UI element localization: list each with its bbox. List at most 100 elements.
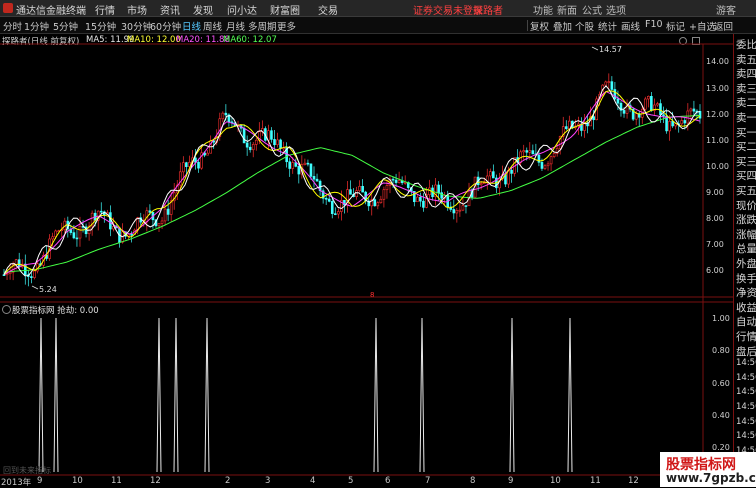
candle-body	[315, 178, 319, 182]
candle-body	[385, 185, 389, 191]
candle-body	[452, 209, 456, 214]
date-tick: 5	[348, 476, 354, 486]
candle-body	[306, 162, 310, 165]
candle-body	[78, 226, 82, 239]
center-marker: 8	[370, 291, 375, 299]
candle-body	[692, 108, 696, 112]
candle-body	[613, 89, 617, 100]
indicator-spike	[53, 317, 59, 473]
candle-body	[379, 198, 383, 204]
indicator-spike	[156, 317, 162, 473]
side-panel-label: 买二	[736, 141, 756, 154]
candle-body	[197, 161, 200, 169]
ind-tick: 0.80	[712, 346, 730, 355]
candle-body	[248, 146, 252, 151]
date-tick: 3	[265, 476, 271, 486]
side-panel-label: 14:50	[736, 402, 756, 412]
y-tick: 12.00	[706, 110, 729, 119]
side-panel-label: 换手	[736, 272, 756, 285]
date-tick: 4	[310, 476, 316, 486]
candle-body	[349, 189, 352, 195]
side-panel-label: 买四	[736, 170, 756, 183]
candle-body	[391, 178, 395, 181]
side-panel-label: 卖一	[736, 112, 756, 124]
candle-body	[17, 259, 21, 268]
candle-body	[607, 81, 611, 83]
candle-body	[616, 98, 620, 104]
candle-body	[634, 113, 638, 120]
low-price-label: 5.24	[39, 285, 57, 294]
candle-body	[437, 184, 440, 193]
candle-body	[698, 111, 702, 119]
indicator-spike	[204, 317, 210, 473]
date-tick: 8	[470, 476, 476, 486]
candle-body	[279, 139, 282, 149]
chart-canvas[interactable]	[0, 0, 733, 487]
low-marker	[31, 285, 39, 290]
indicator-spike	[173, 317, 179, 473]
candle-body	[14, 259, 18, 265]
candle-body	[583, 122, 586, 131]
candle-body	[99, 210, 103, 213]
candle-body	[160, 220, 164, 224]
candle-body	[157, 223, 161, 227]
candle-body	[324, 197, 328, 200]
side-panel-label: 盘后	[736, 345, 756, 358]
date-tick: 12	[150, 476, 161, 486]
candle-body	[604, 81, 608, 86]
side-panel-label: 自动	[736, 316, 756, 329]
side-panel-label: 行情	[736, 331, 756, 343]
candlestick-series	[2, 73, 702, 287]
date-tick: 2013年	[1, 478, 32, 488]
candle-body	[166, 208, 170, 215]
y-tick: 11.00	[706, 136, 729, 145]
candle-body	[182, 162, 185, 173]
date-tick: 2	[225, 476, 231, 486]
candle-body	[549, 156, 553, 165]
side-panel-label: 14:50	[736, 431, 756, 442]
candle-body	[662, 114, 665, 117]
candle-body	[419, 196, 422, 202]
candle-body	[245, 142, 249, 148]
side-panel-label: 卖四	[736, 68, 756, 81]
quote-side-panel: 委比 卖五 卖四 卖三 卖二 卖一 买一 买二 买三 买四 买五 现价 涨跌 涨幅 总量 外盘 换手 净资 收益 自动…	[733, 34, 756, 487]
candle-body	[185, 162, 188, 167]
candle-body	[422, 200, 425, 208]
y-tick: 7.00	[706, 240, 724, 249]
indicator-spike	[567, 317, 573, 473]
date-tick: 12	[628, 476, 639, 486]
y-tick: 13.00	[706, 84, 729, 93]
side-panel-label: 14:50	[736, 416, 756, 427]
side-panel-label: 现价	[736, 199, 756, 212]
side-panel-label: 总量	[736, 243, 756, 256]
date-tick: 11	[111, 476, 122, 486]
y-tick: 9.00	[706, 188, 724, 197]
side-panel-label: 买三	[736, 155, 756, 168]
candle-body	[656, 103, 659, 106]
candle-body	[30, 276, 33, 278]
indicator-spike	[419, 317, 425, 473]
side-panel-label: 涨跌	[736, 214, 756, 227]
candle-body	[394, 179, 398, 183]
indicator-spike	[38, 317, 44, 473]
indicator-title[interactable]: 股票指标网 抢劫: 0.00	[12, 304, 99, 316]
candle-body	[668, 120, 671, 132]
candle-body	[592, 116, 595, 121]
candle-body	[376, 202, 380, 207]
candle-body	[455, 210, 459, 214]
candle-body	[458, 209, 462, 212]
candle-body	[72, 232, 76, 239]
candle-body	[291, 162, 295, 169]
candle-body	[75, 237, 79, 240]
candle-body	[510, 169, 513, 174]
high-price-label: 14.57	[599, 45, 622, 54]
side-panel-label: 净资	[736, 287, 756, 300]
candle-body	[206, 152, 209, 156]
candle-body	[373, 199, 377, 207]
date-tick: 6	[385, 476, 391, 486]
ma60-line	[3, 114, 701, 273]
candle-body	[309, 163, 313, 177]
indicator-settings-icon[interactable]	[2, 305, 11, 314]
candle-body	[689, 108, 693, 112]
candle-body	[610, 81, 614, 90]
